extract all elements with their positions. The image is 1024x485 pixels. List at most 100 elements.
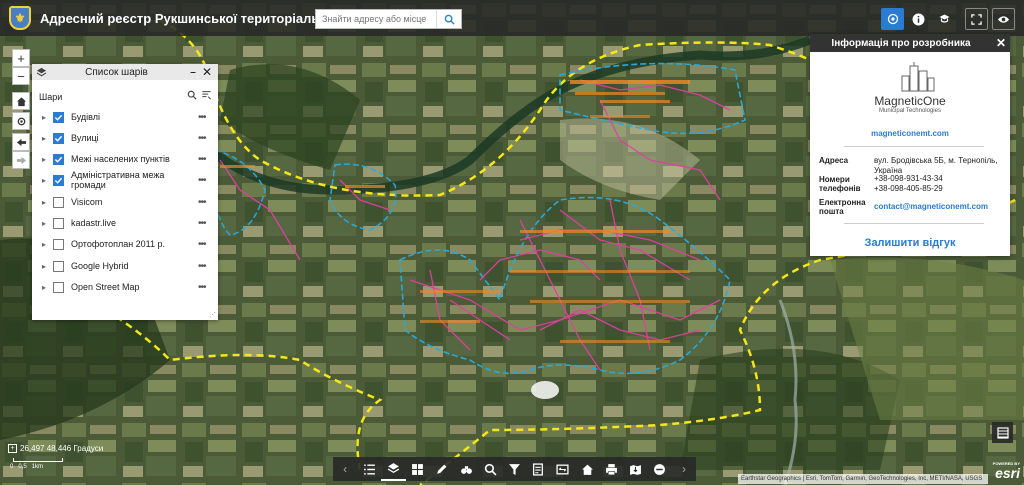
filter-layers-button[interactable] xyxy=(201,90,212,103)
layer-item[interactable]: ▸ Open Street Map ••• xyxy=(32,277,218,297)
locate-icon xyxy=(17,117,25,125)
phone-1: +38-098-931-43-34 xyxy=(874,174,943,183)
layer-label: Вулиці xyxy=(71,133,99,143)
home-button[interactable] xyxy=(12,92,30,110)
visibility-button[interactable] xyxy=(992,8,1015,30)
map-export-icon xyxy=(630,464,641,475)
phones-label-line-1: Номери xyxy=(819,175,850,184)
brand-subtitle: Municipal Technologies xyxy=(879,108,941,114)
theme-button[interactable] xyxy=(933,8,956,30)
layer-checkbox[interactable] xyxy=(53,132,64,144)
graduation-cap-icon xyxy=(939,14,950,23)
chevron-right-icon: › xyxy=(681,462,686,476)
esri-logo: POWERED BY esri xyxy=(990,461,1020,480)
search-layers-button[interactable] xyxy=(187,90,197,103)
layer-list-tool-button[interactable] xyxy=(381,457,406,481)
layer-list-panel: Список шарів – ✕ Шари ▸ Будівлі ••• ▸ Ву… xyxy=(32,64,218,320)
close-button[interactable]: ✕ xyxy=(200,65,214,79)
close-button[interactable]: ✕ xyxy=(992,36,1010,50)
about-developer-button[interactable] xyxy=(881,8,904,30)
layer-item[interactable]: ▸ kadastr.live ••• xyxy=(32,213,218,233)
layer-checkbox[interactable] xyxy=(53,196,64,208)
filter-tool-button[interactable] xyxy=(502,457,526,481)
layer-item[interactable]: ▸ Адміністративна межа громади ••• xyxy=(32,170,218,190)
feedback-link[interactable]: Залишити відгук xyxy=(810,237,1010,249)
eye-outline-icon xyxy=(887,13,898,25)
address-tool-button[interactable] xyxy=(575,457,599,481)
website-link[interactable]: magneticonemt.com xyxy=(810,129,1010,138)
edit-tool-button[interactable] xyxy=(527,457,551,481)
search-input[interactable] xyxy=(316,10,436,28)
swipe-tool-button[interactable] xyxy=(551,457,575,481)
previous-extent-button[interactable] xyxy=(12,133,30,151)
scale-bar xyxy=(13,458,63,462)
layer-checkbox[interactable] xyxy=(53,217,64,229)
home-icon xyxy=(16,96,26,106)
expand-arrow-icon[interactable]: ▸ xyxy=(42,113,50,122)
layer-checkbox[interactable] xyxy=(53,111,64,123)
layer-checkbox[interactable] xyxy=(53,281,64,293)
more-options-button[interactable]: ••• xyxy=(198,154,218,165)
scroll-left-button[interactable]: ‹ xyxy=(333,457,357,481)
more-options-button[interactable]: ••• xyxy=(198,218,218,229)
zoom-out-button[interactable]: − xyxy=(12,67,30,85)
layer-item[interactable]: ▸ Межі населених пунктів ••• xyxy=(32,149,218,169)
expand-arrow-icon[interactable]: ▸ xyxy=(42,240,50,249)
brand-name: MagneticOne xyxy=(874,94,946,108)
measure-tool-button[interactable] xyxy=(648,457,672,481)
draw-tool-button[interactable] xyxy=(430,457,454,481)
phones-label-line-2: телефонів xyxy=(819,184,861,193)
locate-button[interactable] xyxy=(12,112,30,130)
layer-item[interactable]: ▸ Будівлі ••• xyxy=(32,107,218,127)
layer-label: Open Street Map xyxy=(71,282,140,292)
edit-document-icon xyxy=(533,462,544,476)
layer-item[interactable]: ▸ Вулиці ••• xyxy=(32,128,218,148)
next-extent-button[interactable] xyxy=(12,151,30,169)
arrow-right-icon xyxy=(16,156,26,164)
legend-tool-button[interactable] xyxy=(357,457,381,481)
print-tool-button[interactable] xyxy=(599,457,623,481)
more-options-button[interactable]: ••• xyxy=(198,239,218,250)
layer-checkbox[interactable] xyxy=(53,153,64,165)
more-options-button[interactable]: ••• xyxy=(198,175,218,186)
fullscreen-button[interactable] xyxy=(965,8,988,30)
attribute-table-button[interactable] xyxy=(992,422,1013,443)
export-tool-button[interactable] xyxy=(623,457,647,481)
expand-arrow-icon[interactable]: ▸ xyxy=(42,283,50,292)
minimize-button[interactable]: – xyxy=(186,67,200,78)
more-options-button[interactable]: ••• xyxy=(198,133,218,144)
expand-arrow-icon[interactable]: ▸ xyxy=(42,134,50,143)
analysis-tool-button[interactable] xyxy=(454,457,478,481)
info-button[interactable] xyxy=(907,8,930,30)
more-options-button[interactable]: ••• xyxy=(198,197,218,208)
address-value: вул. Бродівська 5Б, м. Тернопіль, Україн… xyxy=(874,156,998,175)
app-header: ⚜ Адресний реєстр Рукшинської територіал… xyxy=(0,0,1024,36)
layer-item[interactable]: ▸ Visicom ••• xyxy=(32,192,218,212)
layer-checkbox[interactable] xyxy=(53,174,64,186)
expand-arrow-icon[interactable]: ▸ xyxy=(42,262,50,271)
layer-item[interactable]: ▸ Google Hybrid ••• xyxy=(32,256,218,276)
crosshair-icon[interactable]: + xyxy=(8,444,17,453)
layer-label: Google Hybrid xyxy=(71,261,129,271)
more-options-button[interactable]: ••• xyxy=(198,282,218,293)
search-button[interactable] xyxy=(436,10,461,28)
coordinates-text: 26,497 48,446 Градуси xyxy=(20,444,104,453)
layer-checkbox[interactable] xyxy=(53,260,64,272)
scroll-right-button[interactable]: › xyxy=(672,457,696,481)
expand-arrow-icon[interactable]: ▸ xyxy=(42,176,50,185)
zoom-in-button[interactable]: + xyxy=(12,49,30,67)
more-options-button[interactable]: ••• xyxy=(198,261,218,272)
more-options-button[interactable]: ••• xyxy=(198,112,218,123)
expand-arrow-icon[interactable]: ▸ xyxy=(42,155,50,164)
layer-item[interactable]: ▸ Ортофотоплан 2011 р. ••• xyxy=(32,234,218,254)
search-tool-button[interactable] xyxy=(478,457,502,481)
layer-label: Межі населених пунктів xyxy=(71,154,170,164)
expand-arrow-icon[interactable]: ▸ xyxy=(42,198,50,207)
layer-checkbox[interactable] xyxy=(53,238,64,250)
expand-arrow-icon[interactable]: ▸ xyxy=(42,219,50,228)
phone-2: +38-098-405-85-29 xyxy=(874,184,943,193)
email-link[interactable]: contact@magneticonemt.com xyxy=(874,202,988,212)
basemap-gallery-button[interactable] xyxy=(406,457,430,481)
resize-handle[interactable]: ⋰ xyxy=(209,311,216,319)
email-label-line-2: пошта xyxy=(819,207,844,216)
